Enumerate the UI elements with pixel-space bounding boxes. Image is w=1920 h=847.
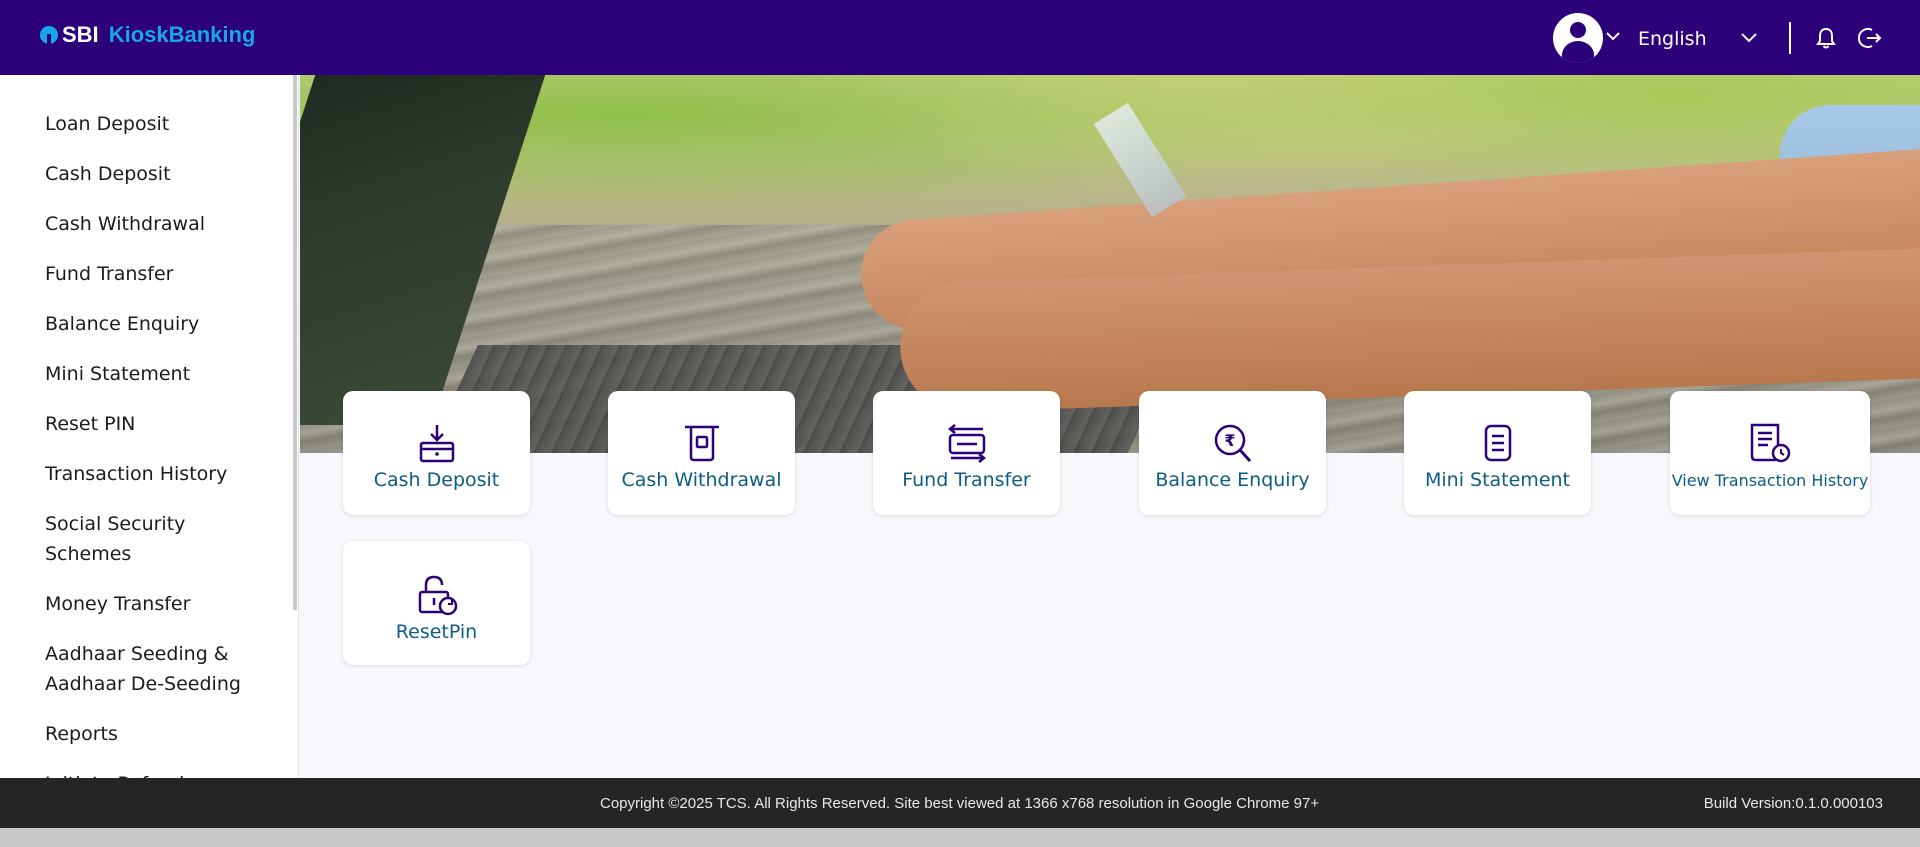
- sidebar-item-cash-deposit[interactable]: Cash Deposit: [0, 159, 260, 189]
- sidebar-item-loan-deposit[interactable]: Loan Deposit: [0, 109, 260, 139]
- tile-view-transaction-history-label: View Transaction History: [1671, 471, 1869, 490]
- tile-cash-withdrawal-label: Cash Withdrawal: [621, 469, 782, 491]
- sidebar-item-initiate-refund[interactable]: Initiate Refund: [0, 769, 260, 778]
- language-selector[interactable]: English: [1638, 28, 1707, 50]
- sidebar-item-aadhaar-seeding[interactable]: Aadhaar Seeding & Aadhaar De-Seeding: [0, 639, 260, 699]
- avatar-chevron-down-icon[interactable]: [1605, 30, 1621, 42]
- tile-mini-statement-label: Mini Statement: [1424, 469, 1570, 491]
- avatar-body: [1562, 41, 1594, 63]
- tile-cash-deposit-label: Cash Deposit: [373, 469, 500, 491]
- language-chevron-down-icon[interactable]: [1740, 30, 1758, 44]
- deposit-icon: [419, 425, 454, 463]
- tile-fund-transfer-label: Fund Transfer: [902, 469, 1031, 491]
- sidebar-item-balance-enquiry[interactable]: Balance Enquiry: [0, 309, 260, 339]
- header-divider: [1789, 22, 1791, 54]
- bell-icon[interactable]: [1815, 26, 1837, 50]
- sidebar-item-social-security-schemes[interactable]: Social Security Schemes: [0, 509, 260, 569]
- sidebar-item-fund-transfer[interactable]: Fund Transfer: [0, 259, 260, 289]
- balance-enquiry-icon: ₹: [1214, 424, 1251, 463]
- transfer-icon: [947, 424, 986, 463]
- sidebar-item-transaction-history[interactable]: Transaction History: [0, 459, 260, 489]
- tile-mini-statement[interactable]: Mini Statement: [1404, 391, 1591, 515]
- sidebar-item-cash-withdrawal[interactable]: Cash Withdrawal: [0, 209, 260, 239]
- tile-cash-withdrawal[interactable]: Cash Withdrawal: [608, 391, 795, 515]
- tile-reset-pin-label: ResetPin: [395, 621, 478, 643]
- sidebar-menu: Loan Deposit Cash Deposit Cash Withdrawa…: [0, 75, 299, 778]
- tile-fund-transfer[interactable]: Fund Transfer: [873, 391, 1060, 515]
- svg-text:₹: ₹: [1224, 431, 1235, 450]
- page-footer: Copyright ©2025 TCS. All Rights Reserved…: [0, 778, 1920, 828]
- statement-icon: [1484, 424, 1511, 462]
- transaction-history-icon: [1750, 423, 1791, 463]
- avatar-head: [1570, 22, 1586, 38]
- footer-build-version: Build Version:0.1.0.000103: [1703, 795, 1883, 812]
- logo-sbi-text: SBI: [62, 22, 99, 47]
- sidebar-scrollbar[interactable]: [293, 75, 297, 610]
- tile-balance-enquiry-label: Balance Enquiry: [1155, 469, 1310, 491]
- tile-balance-enquiry[interactable]: ₹ Balance Enquiry: [1139, 391, 1326, 515]
- logout-icon[interactable]: [1858, 26, 1882, 50]
- withdrawal-icon: [684, 425, 719, 462]
- tile-cash-deposit[interactable]: Cash Deposit: [343, 391, 530, 515]
- sidebar-item-reports[interactable]: Reports: [0, 719, 260, 749]
- bottom-scrollbar-strip: [0, 828, 1920, 847]
- logo-product-text: KioskBanking: [108, 22, 256, 47]
- sidebar-item-reset-pin[interactable]: Reset PIN: [0, 409, 260, 439]
- sidebar-item-mini-statement[interactable]: Mini Statement: [0, 359, 260, 389]
- user-avatar[interactable]: [1553, 13, 1603, 63]
- tile-reset-pin[interactable]: ResetPin: [343, 541, 530, 665]
- top-header: SBI KioskBanking English: [0, 0, 1920, 75]
- footer-copyright: Copyright ©2025 TCS. All Rights Reserved…: [600, 795, 1320, 812]
- tile-view-transaction-history[interactable]: View Transaction History: [1670, 391, 1870, 515]
- sidebar-item-money-transfer[interactable]: Money Transfer: [0, 589, 260, 619]
- reset-pin-icon: [418, 575, 457, 616]
- sbi-logo[interactable]: SBI KioskBanking: [40, 22, 255, 48]
- sbi-logo-icon: [40, 26, 58, 44]
